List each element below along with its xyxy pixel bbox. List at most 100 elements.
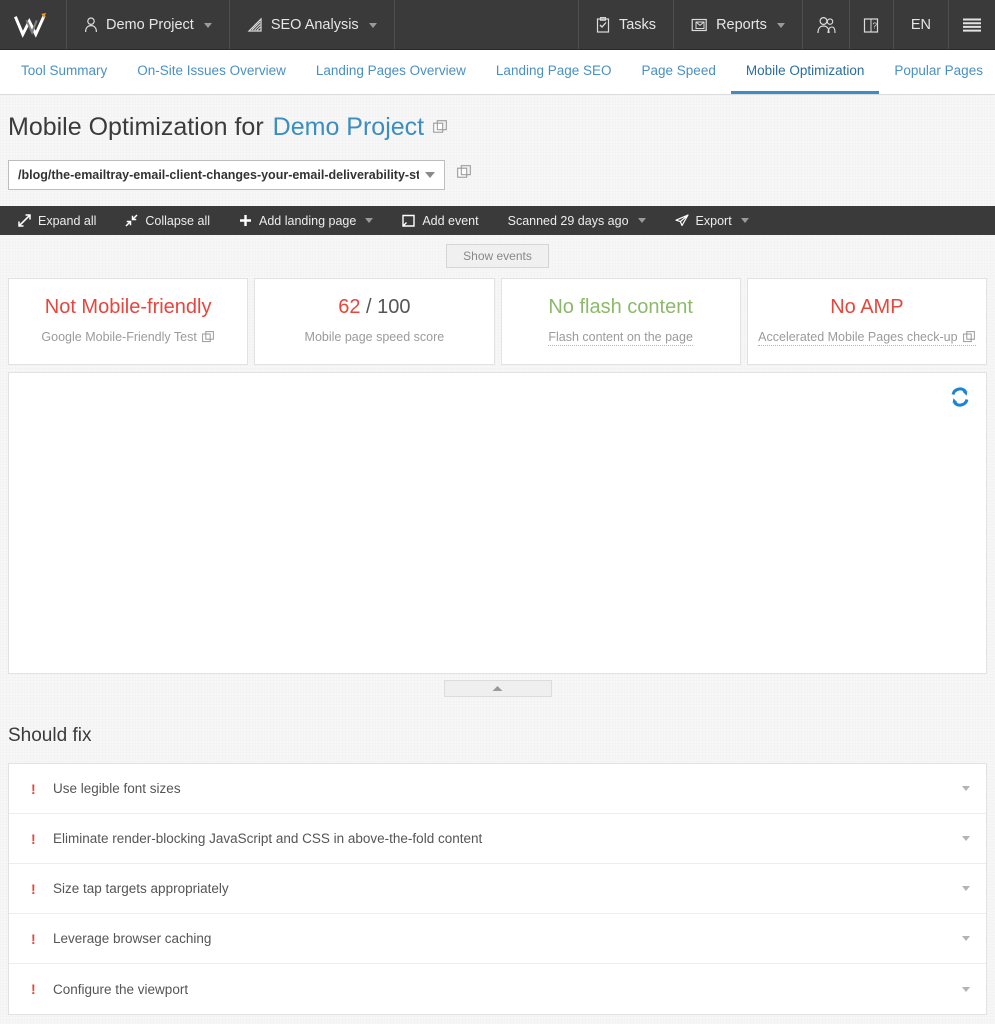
users-button[interactable]	[801, 0, 849, 50]
issue-row[interactable]: ! Leverage browser caching	[9, 914, 986, 964]
send-icon	[674, 214, 689, 227]
copy-icon[interactable]	[433, 113, 448, 142]
project-switcher[interactable]: Demo Project	[67, 0, 230, 50]
action-toolbar: Expand all Collapse all Add landing page…	[0, 206, 995, 235]
collapse-all-label: Collapse all	[145, 213, 210, 228]
event-icon	[402, 214, 416, 227]
metric-subtitle: Accelerated Mobile Pages check-up	[758, 330, 958, 344]
hamburger-menu-icon	[962, 17, 982, 33]
page-header: Mobile Optimization for Demo Project	[0, 95, 995, 142]
add-landing-page-button[interactable]: Add landing page	[239, 214, 386, 228]
chevron-down-icon[interactable]	[962, 836, 970, 841]
issue-label: Use legible font sizes	[53, 781, 181, 796]
preview-collapse-button[interactable]	[443, 680, 552, 697]
language-switcher[interactable]: EN	[892, 0, 948, 50]
show-events-button[interactable]: Show events	[446, 244, 549, 268]
chevron-up-icon	[492, 686, 503, 691]
scan-date-dropdown[interactable]: Scanned 29 days ago	[508, 214, 659, 228]
metric-value: 62 / 100	[338, 296, 410, 319]
metric-card-page-speed: 62 / 100 Mobile page speed score	[254, 278, 495, 365]
issue-label: Size tap targets appropriately	[53, 881, 229, 896]
page-title-project[interactable]: Demo Project	[273, 113, 424, 142]
tab-mobile-optimization[interactable]: Mobile Optimization	[730, 50, 880, 94]
issue-label: Eliminate render-blocking JavaScript and…	[53, 831, 483, 846]
collapse-all-button[interactable]: Collapse all	[125, 214, 223, 228]
chevron-down-icon	[740, 218, 749, 223]
severity-icon: !	[31, 780, 36, 797]
main-menu-button[interactable]	[948, 0, 995, 50]
app-logo[interactable]	[0, 0, 67, 50]
external-link-icon	[962, 330, 976, 344]
metric-value-text: 62	[338, 296, 361, 318]
issue-label: Leverage browser caching	[53, 931, 212, 946]
section-tabs: Tool Summary On-Site Issues Overview Lan…	[0, 50, 995, 95]
expand-all-label: Expand all	[38, 213, 97, 228]
copy-url-icon[interactable]	[457, 165, 472, 185]
tasks-menu[interactable]: Tasks	[577, 0, 673, 50]
add-event-button[interactable]: Add event	[402, 214, 491, 228]
metric-subtitle: Flash content on the page	[548, 330, 693, 344]
plus-icon	[239, 214, 252, 227]
seo-analysis-menu[interactable]: SEO Analysis	[230, 0, 395, 50]
user-icon	[84, 17, 98, 33]
issue-row[interactable]: ! Eliminate render-blocking JavaScript a…	[9, 814, 986, 864]
landing-page-select-value: /blog/the-emailtray-email-client-changes…	[18, 168, 419, 182]
users-icon	[816, 16, 836, 34]
device-preview-panel: EmailTray The EmailTray Email Client Cha…	[8, 372, 987, 674]
reports-menu[interactable]: Reports	[673, 0, 802, 50]
metric-card-mobile-friendly: Not Mobile-friendly Google Mobile-Friend…	[8, 278, 249, 365]
export-label: Export	[695, 213, 732, 228]
tab-landing-pages-overview[interactable]: Landing Pages Overview	[301, 50, 481, 94]
metric-subtitle-link[interactable]: Accelerated Mobile Pages check-up	[758, 330, 976, 346]
metric-value: No AMP	[830, 296, 903, 319]
issue-row[interactable]: ! Configure the viewport	[9, 964, 986, 1014]
tasks-label: Tasks	[618, 17, 657, 33]
topbar-right-group: Tasks Reports ? EN	[577, 0, 995, 50]
tab-page-speed[interactable]: Page Speed	[627, 50, 731, 94]
project-switcher-label: Demo Project	[106, 17, 194, 33]
metric-subtitle-link[interactable]: Google Mobile-Friendly Test	[41, 330, 214, 345]
issue-row[interactable]: ! Use legible font sizes	[9, 764, 986, 814]
severity-icon: !	[31, 830, 36, 847]
chevron-down-icon	[368, 22, 377, 28]
metric-card-flash-content: No flash content Flash content on the pa…	[500, 278, 741, 365]
landing-page-select[interactable]: /blog/the-emailtray-email-client-changes…	[8, 160, 445, 190]
export-button[interactable]: Export	[674, 213, 762, 228]
severity-icon: !	[31, 930, 36, 947]
metric-subtitle-link[interactable]: Flash content on the page	[548, 330, 693, 346]
severity-icon: !	[31, 880, 36, 897]
metric-value-text: Not Mobile-friendly	[44, 296, 212, 318]
show-events-row: Show events	[0, 235, 995, 268]
language-label: EN	[910, 17, 931, 33]
metric-cards: Not Mobile-friendly Google Mobile-Friend…	[0, 268, 995, 365]
chevron-down-icon[interactable]	[962, 986, 970, 992]
issue-row[interactable]: ! Size tap targets appropriately	[9, 864, 986, 914]
chevron-down-icon[interactable]	[962, 936, 970, 941]
page-title: Mobile Optimization for Demo Project	[8, 113, 987, 142]
tab-landing-page-seo[interactable]: Landing Page SEO	[481, 50, 627, 94]
reports-label: Reports	[716, 17, 767, 33]
metric-value: Not Mobile-friendly	[45, 296, 212, 319]
webceo-logo-icon	[13, 12, 46, 38]
seo-analysis-label: SEO Analysis	[270, 17, 359, 33]
severity-icon: !	[31, 981, 36, 997]
clipboard-check-icon	[596, 17, 611, 33]
add-landing-page-label: Add landing page	[259, 213, 357, 228]
metric-value: No flash content	[548, 296, 693, 319]
tab-on-site-issues-overview[interactable]: On-Site Issues Overview	[122, 50, 301, 94]
external-link-icon	[201, 330, 215, 344]
metric-subtitle: Google Mobile-Friendly Test	[41, 330, 197, 344]
top-navigation-bar: Demo Project SEO Analysis Tasks Reports	[0, 0, 995, 50]
expand-icon	[18, 214, 31, 227]
tab-tool-summary[interactable]: Tool Summary	[6, 50, 122, 94]
help-button[interactable]: ?	[848, 0, 893, 50]
issue-label: Configure the viewport	[53, 981, 189, 997]
chevron-down-icon	[637, 218, 646, 223]
expand-all-button[interactable]: Expand all	[18, 214, 109, 228]
tab-popular-pages[interactable]: Popular Pages	[879, 50, 995, 94]
add-event-label: Add event	[422, 213, 479, 228]
chevron-down-icon[interactable]	[962, 786, 970, 791]
device-mockups: EmailTray The EmailTray Email Client Cha…	[9, 373, 986, 673]
chevron-down-icon[interactable]	[962, 886, 970, 891]
scan-date-label: Scanned 29 days ago	[507, 213, 629, 228]
